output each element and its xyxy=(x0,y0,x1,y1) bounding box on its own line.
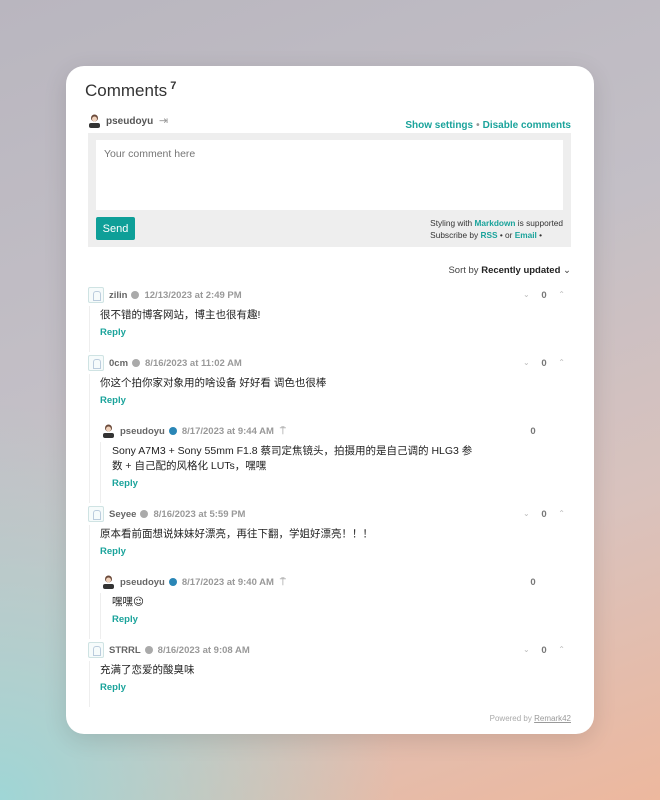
comment-text: 很不错的博客网站，博主也很有趣! xyxy=(100,309,261,321)
downvote-icon[interactable]: ⌄ xyxy=(523,358,530,367)
score: 0 xyxy=(541,509,547,520)
score: 0 xyxy=(530,577,536,588)
upvote-icon[interactable]: ⌃ xyxy=(558,290,565,299)
verified-icon xyxy=(168,427,177,435)
reply-button[interactable]: Reply xyxy=(100,324,571,352)
comment-time[interactable]: 8/16/2023 at 11:02 AM xyxy=(145,358,242,369)
comment-author[interactable]: zilin xyxy=(109,290,127,301)
comment-header: pseudoyu 8/17/2023 at 9:44 AM ⍑ 0 xyxy=(102,420,571,442)
comment-header: pseudoyu 8/17/2023 at 9:40 AM ⍑ 0 xyxy=(102,571,571,593)
comment-author[interactable]: Seyee xyxy=(109,509,136,520)
vote-control: ⌄ 0 ⌃ xyxy=(523,290,565,301)
comment-time[interactable]: 8/16/2023 at 9:08 AM xyxy=(158,645,250,656)
user-row: pseudoyu ⇥ Show settings • Disable comment… xyxy=(88,114,571,131)
comment-time[interactable]: 8/17/2023 at 9:44 AM xyxy=(182,426,274,437)
user-avatar xyxy=(89,114,100,128)
comment: Seyee 8/16/2023 at 5:59 PM ⌄ 0 ⌃ 原本看前面想说妹妹好漂… xyxy=(88,503,571,639)
comment-header: STRRL 8/16/2023 at 9:08 AM ⌄ 0 ⌃ xyxy=(88,639,571,661)
rss-link[interactable]: RSS xyxy=(480,230,497,240)
comment-form: Send Styling with Markdown is supported … xyxy=(88,133,571,247)
verified-icon xyxy=(168,578,177,586)
upvote-icon[interactable]: ⌃ xyxy=(558,645,565,654)
comment-time[interactable]: 8/16/2023 at 5:59 PM xyxy=(153,509,245,520)
comment-reply: pseudoyu 8/17/2023 at 9:40 AM ⍑ 0 嘿嘿😉 Reply xyxy=(100,571,571,639)
comment-list: zilin 12/13/2023 at 2:49 PM ⌄ 0 ⌃ 很不错的博客网站，博… xyxy=(88,284,571,707)
comment-header: 0cm 8/16/2023 at 11:02 AM ⌄ 0 ⌃ xyxy=(88,352,571,374)
comment-header: Seyee 8/16/2023 at 5:59 PM ⌄ 0 ⌃ xyxy=(88,503,571,525)
comment-author[interactable]: pseudoyu xyxy=(120,577,165,588)
downvote-icon[interactable]: ⌄ xyxy=(523,509,530,518)
downvote-icon[interactable]: ⌄ xyxy=(523,290,530,299)
reply-button[interactable]: Reply xyxy=(112,611,571,639)
score: 0 xyxy=(530,426,536,437)
reply-button[interactable]: Reply xyxy=(112,475,571,503)
vote-control: ⌄ 0 ⌃ xyxy=(523,645,565,656)
comment-input[interactable] xyxy=(96,140,563,210)
reply-button[interactable]: Reply xyxy=(100,543,571,571)
reply-button[interactable]: Reply xyxy=(100,679,571,707)
email-link[interactable]: Email xyxy=(515,230,537,240)
comment: STRRL 8/16/2023 at 9:08 AM ⌄ 0 ⌃ 充满了恋爱的酸臭味 Re… xyxy=(88,639,571,707)
comment-text: 原本看前面想说妹妹好漂亮，再往下翻，学姐好漂亮！！！ xyxy=(100,528,373,540)
upvote-icon[interactable]: ⌃ xyxy=(558,509,565,518)
verified-icon xyxy=(131,291,140,299)
verified-icon xyxy=(140,510,149,518)
comment-text: Sony A7M3 + Sony 55mm F1.8 蔡司定焦镜头，拍摄用的是自… xyxy=(112,445,473,472)
user-name[interactable]: pseudoyu xyxy=(106,116,153,127)
user-avatar xyxy=(103,575,114,589)
ghost-avatar xyxy=(88,506,104,522)
subscribe-text: Subscribe by xyxy=(430,230,481,240)
user-avatar xyxy=(103,424,114,438)
markdown-link[interactable]: Markdown xyxy=(474,218,515,228)
score: 0 xyxy=(541,290,547,301)
remark42-link[interactable]: Remark42 xyxy=(534,714,571,723)
sort-control[interactable]: Sort by Recently updated ⌄ xyxy=(448,265,571,276)
comment-header: zilin 12/13/2023 at 2:49 PM ⌄ 0 ⌃ xyxy=(88,284,571,306)
ghost-avatar xyxy=(88,642,104,658)
sort-value[interactable]: Recently updated xyxy=(481,265,560,276)
chevron-down-icon: ⌄ xyxy=(563,265,571,276)
vote-control: ⌄ 0 ⌃ xyxy=(523,509,565,520)
score: 0 xyxy=(541,645,547,656)
comment-time[interactable]: 8/17/2023 at 9:40 AM xyxy=(182,577,274,588)
disable-comments-link[interactable]: Disable comments xyxy=(483,120,571,131)
styling-text: Styling with xyxy=(430,218,475,228)
comment: 0cm 8/16/2023 at 11:02 AM ⌄ 0 ⌃ 你这个拍你家对象用的啥设… xyxy=(88,352,571,503)
upvote-icon[interactable]: ⌃ xyxy=(558,358,565,367)
downvote-icon[interactable]: ⌄ xyxy=(523,645,530,654)
styling-text-end: is supported xyxy=(515,218,563,228)
ghost-avatar xyxy=(88,287,104,303)
separator: • xyxy=(476,120,480,131)
comment-time[interactable]: 12/13/2023 at 2:49 PM xyxy=(144,290,241,301)
comments-title: Comments 7 xyxy=(85,80,177,100)
show-settings-link[interactable]: Show settings xyxy=(405,120,473,131)
comment-text: 充满了恋爱的酸臭味 xyxy=(100,664,195,676)
comments-widget: Comments 7 pseudoyu ⇥ Show settings • Disab… xyxy=(66,66,594,734)
comment-author[interactable]: pseudoyu xyxy=(120,426,165,437)
comment-text: 嘿嘿😉 xyxy=(112,596,144,608)
form-notes: Styling with Markdown is supported Subsc… xyxy=(430,217,563,241)
comment-reply: pseudoyu 8/17/2023 at 9:44 AM ⍑ 0 Sony A7M3… xyxy=(100,420,571,503)
reply-button[interactable]: Reply xyxy=(100,392,571,420)
comments-count: 7 xyxy=(170,80,177,92)
verified-icon xyxy=(132,359,141,367)
logout-icon[interactable]: ⇥ xyxy=(159,114,168,127)
vote-control: 0 xyxy=(512,577,554,588)
vote-control: ⌄ 0 ⌃ xyxy=(523,358,565,369)
pin-icon[interactable]: ⍑ xyxy=(280,426,286,437)
verified-icon xyxy=(144,646,153,654)
comment: zilin 12/13/2023 at 2:49 PM ⌄ 0 ⌃ 很不错的博客网站，博… xyxy=(88,284,571,352)
comment-author[interactable]: STRRL xyxy=(109,645,141,656)
or-text: • or xyxy=(497,230,515,240)
send-button[interactable]: Send xyxy=(96,217,135,240)
dot: • xyxy=(536,230,543,240)
powered-by: Powered by Remark42 xyxy=(489,714,571,723)
ghost-avatar xyxy=(88,355,104,371)
comment-author[interactable]: 0cm xyxy=(109,358,128,369)
sort-label: Sort by xyxy=(448,265,479,276)
score: 0 xyxy=(541,358,547,369)
vote-control: 0 xyxy=(512,426,554,437)
pin-icon[interactable]: ⍑ xyxy=(280,577,286,588)
comment-text: 你这个拍你家对象用的啥设备 好好看 调色也很棒 xyxy=(100,377,327,389)
